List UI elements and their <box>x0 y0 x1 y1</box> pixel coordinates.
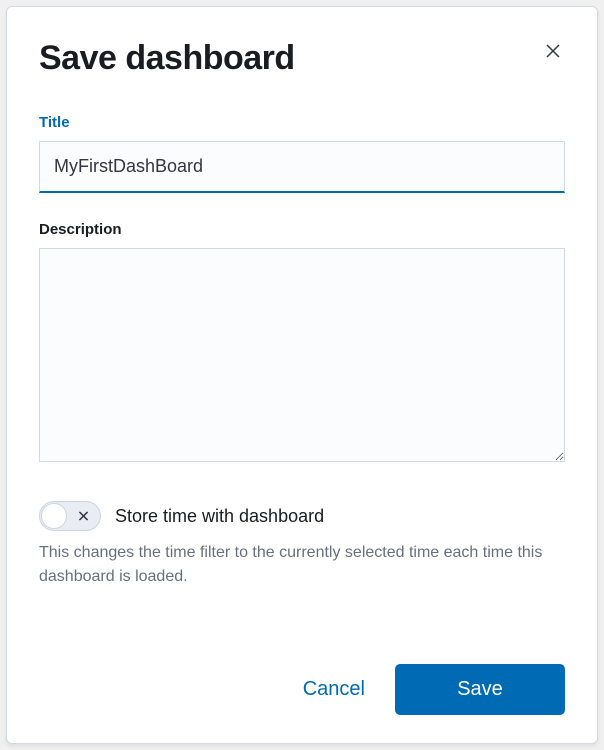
title-input[interactable] <box>39 141 565 193</box>
toggle-knob <box>41 503 67 529</box>
save-button[interactable]: Save <box>395 664 565 715</box>
save-dashboard-modal: Save dashboard Title Description <box>6 6 598 744</box>
close-icon <box>545 43 561 62</box>
cancel-button[interactable]: Cancel <box>297 668 371 711</box>
title-field-group: Title <box>39 114 565 193</box>
store-time-toggle[interactable] <box>39 501 101 531</box>
close-button[interactable] <box>541 39 565 66</box>
title-label: Title <box>39 114 565 131</box>
x-icon <box>77 510 90 523</box>
modal-header: Save dashboard <box>39 39 565 78</box>
description-field-group: Description <box>39 221 565 467</box>
modal-title: Save dashboard <box>39 39 295 78</box>
toggle-row: Store time with dashboard <box>39 501 565 531</box>
modal-footer: Cancel Save <box>39 636 565 715</box>
toggle-label: Store time with dashboard <box>115 506 324 527</box>
description-label: Description <box>39 221 565 238</box>
store-time-group: Store time with dashboard This changes t… <box>39 495 565 589</box>
toggle-help-text: This changes the time filter to the curr… <box>39 541 565 589</box>
description-textarea[interactable] <box>39 248 565 462</box>
